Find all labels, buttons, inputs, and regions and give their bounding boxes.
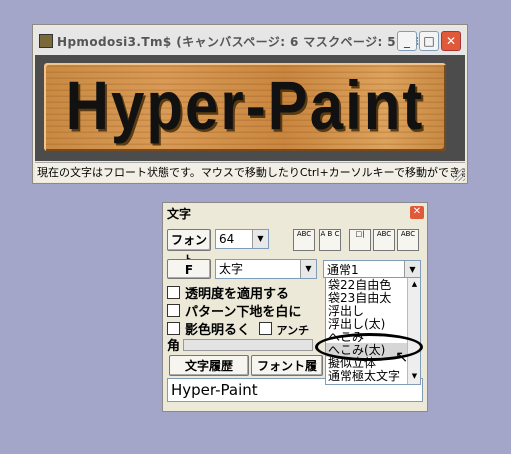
list-item[interactable]: 通常極太文字 [326, 369, 408, 383]
font-size-select[interactable]: 64 ▼ [215, 229, 269, 249]
panel-title-bar[interactable]: 文字 ✕ [163, 203, 427, 221]
frame-text-icon[interactable]: □| [349, 229, 371, 251]
minimize-button[interactable]: _ [397, 31, 417, 51]
shadow-bright-label: 影色明るく [185, 323, 251, 338]
font-style-value: 太字 [219, 262, 244, 276]
window-title: Hpmodosi3.Tm$ (キャンバスページ: 6 マスクページ: 5) 非.… [57, 35, 434, 49]
main-window: Hpmodosi3.Tm$ (キャンバスページ: 6 マスクページ: 5) 非.… [32, 24, 468, 184]
chevron-down-icon[interactable]: ▼ [252, 230, 268, 248]
antialias-checkbox[interactable] [258, 322, 272, 335]
transparency-label: 透明度を適用する [185, 287, 290, 302]
decoration-value: 通常1 [327, 263, 359, 277]
mouse-cursor-icon: ↖ [395, 347, 409, 366]
text-history-button[interactable]: 文字履歴 [169, 355, 249, 376]
main-title-bar[interactable]: Hpmodosi3.Tm$ (キャンバスページ: 6 マスクページ: 5) 非.… [35, 27, 465, 55]
list-item[interactable]: 浮出し [326, 304, 408, 318]
resize-grip-icon[interactable] [453, 169, 465, 181]
close-button[interactable]: ✕ [441, 31, 461, 51]
angle-label: 角 [167, 339, 181, 354]
checkbox-box[interactable] [167, 322, 180, 335]
vertical-text-icon[interactable]: A B C [319, 229, 341, 251]
font-size-value: 64 [219, 232, 235, 246]
pattern-white-label: パターン下地を白に [185, 305, 302, 320]
arc-text-icon[interactable]: ABC [373, 229, 395, 251]
font-button[interactable]: フォント [167, 229, 211, 267]
font-style-select[interactable]: 太字 ▼ [215, 259, 317, 279]
decoration-select[interactable]: 通常1 ▼ [323, 260, 421, 278]
chevron-down-icon[interactable]: ▼ [404, 261, 420, 277]
scroll-down-icon[interactable]: ▼ [408, 370, 420, 383]
canvas[interactable]: Hyper-Paint [35, 55, 465, 161]
decoration-dropdown-list[interactable]: 袋22自由色 袋23自由太 浮出し 浮出し(太) へこみ へこみ(太) 擬似立体… [325, 277, 421, 385]
font-history-button[interactable]: フォント履歴 [251, 355, 323, 393]
f-button[interactable]: F [167, 259, 211, 279]
maximize-button[interactable]: □ [419, 31, 439, 51]
scroll-up-icon[interactable]: ▲ [408, 278, 420, 291]
angle-slider[interactable] [183, 339, 313, 351]
list-scrollbar[interactable]: ▲ ▼ [407, 278, 420, 384]
shadow-bright-checkbox[interactable]: 影色明るく アンチ [167, 319, 337, 338]
multiline-text-icon[interactable]: ABC [397, 229, 419, 251]
panel-title: 文字 [167, 207, 192, 221]
transparency-checkbox[interactable]: 透明度を適用する [167, 283, 317, 302]
panel-close-button[interactable]: ✕ [410, 206, 424, 219]
canvas-text: Hyper-Paint [65, 66, 425, 144]
checkbox-box[interactable] [167, 304, 180, 317]
wood-plank-image: Hyper-Paint [44, 63, 446, 151]
list-item[interactable]: 袋22自由色 [326, 278, 408, 292]
list-item[interactable]: 袋23自由太 [326, 291, 408, 305]
text-panel: 文字 ✕ フォント 64 ▼ ABC A B C □| ABC ABC F 太字… [162, 202, 428, 412]
antialias-label: アンチ [276, 324, 310, 337]
pattern-white-checkbox[interactable]: パターン下地を白に [167, 301, 317, 320]
status-bar: 現在の文字はフロート状態です。マウスで移動したりCtrl+カーソルキーで移動がで… [35, 162, 465, 182]
app-icon [39, 34, 53, 48]
horizontal-text-icon[interactable]: ABC [293, 229, 315, 251]
chevron-down-icon[interactable]: ▼ [300, 260, 316, 278]
checkbox-box[interactable] [167, 286, 180, 299]
list-item[interactable]: 浮出し(太) [326, 317, 408, 331]
